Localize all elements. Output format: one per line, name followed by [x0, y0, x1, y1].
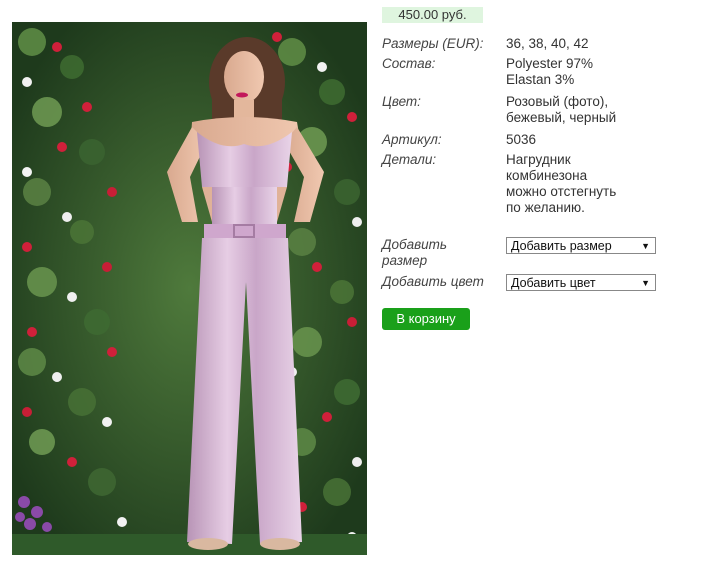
size-option-row: Добавить размер Добавить размер ▼ [382, 237, 702, 271]
product-specs: Размеры (EUR): 36, 38, 40, 42 Состав: Po… [382, 36, 702, 232]
spec-value-line: можно отстегнуть [506, 184, 617, 199]
color-option-row: Добавить цвет Добавить цвет ▼ [382, 274, 702, 294]
spec-value: Нагрудник комбинезона можно отстегнуть п… [506, 152, 696, 216]
size-select-value: Добавить размер [511, 239, 612, 253]
size-option-label-line: размер [382, 253, 428, 268]
spec-value-line: Elastan 3% [506, 72, 575, 87]
size-option-label-line: Добавить [382, 237, 448, 252]
spec-value-line: комбинезона [506, 168, 588, 183]
chevron-down-icon: ▼ [641, 241, 650, 251]
spec-value: 36, 38, 40, 42 [506, 36, 696, 52]
color-select-value: Добавить цвет [511, 276, 596, 290]
product-photo[interactable] [12, 22, 367, 555]
chevron-down-icon: ▼ [641, 278, 650, 288]
spec-value-line: 36, 38, 40, 42 [506, 36, 589, 51]
spec-row-details: Детали: Нагрудник комбинезона можно отст… [382, 152, 702, 232]
spec-label: Детали: [382, 152, 437, 167]
spec-row-article: Артикул: 5036 [382, 132, 702, 152]
spec-value-line: Polyester 97% [506, 56, 594, 71]
spec-value-line: по желанию. [506, 200, 585, 215]
spec-value-line: 5036 [506, 132, 537, 147]
size-option-label: Добавить размер [382, 237, 482, 269]
spec-value-line: Розовый (фото), [506, 94, 609, 109]
spec-label: Цвет: [382, 94, 421, 109]
spec-value: Розовый (фото), бежевый, черный [506, 94, 696, 126]
spec-row-composition: Состав: Polyester 97% Elastan 3% [382, 56, 702, 94]
size-select[interactable]: Добавить размер ▼ [506, 237, 656, 254]
spec-value-line: бежевый, черный [506, 110, 617, 125]
add-to-cart-button[interactable]: В корзину [382, 308, 470, 330]
spec-label: Артикул: [382, 132, 442, 147]
spec-label: Состав: [382, 56, 436, 71]
spec-value: 5036 [506, 132, 696, 148]
color-select[interactable]: Добавить цвет ▼ [506, 274, 656, 291]
spec-row-sizes: Размеры (EUR): 36, 38, 40, 42 [382, 36, 702, 56]
color-option-label: Добавить цвет [382, 274, 484, 289]
spec-value-line: Нагрудник [506, 152, 571, 167]
price-tag: 450.00 руб. [382, 7, 483, 23]
spec-label: Размеры (EUR): [382, 36, 484, 51]
spec-value: Polyester 97% Elastan 3% [506, 56, 696, 88]
spec-row-color: Цвет: Розовый (фото), бежевый, черный [382, 94, 702, 132]
